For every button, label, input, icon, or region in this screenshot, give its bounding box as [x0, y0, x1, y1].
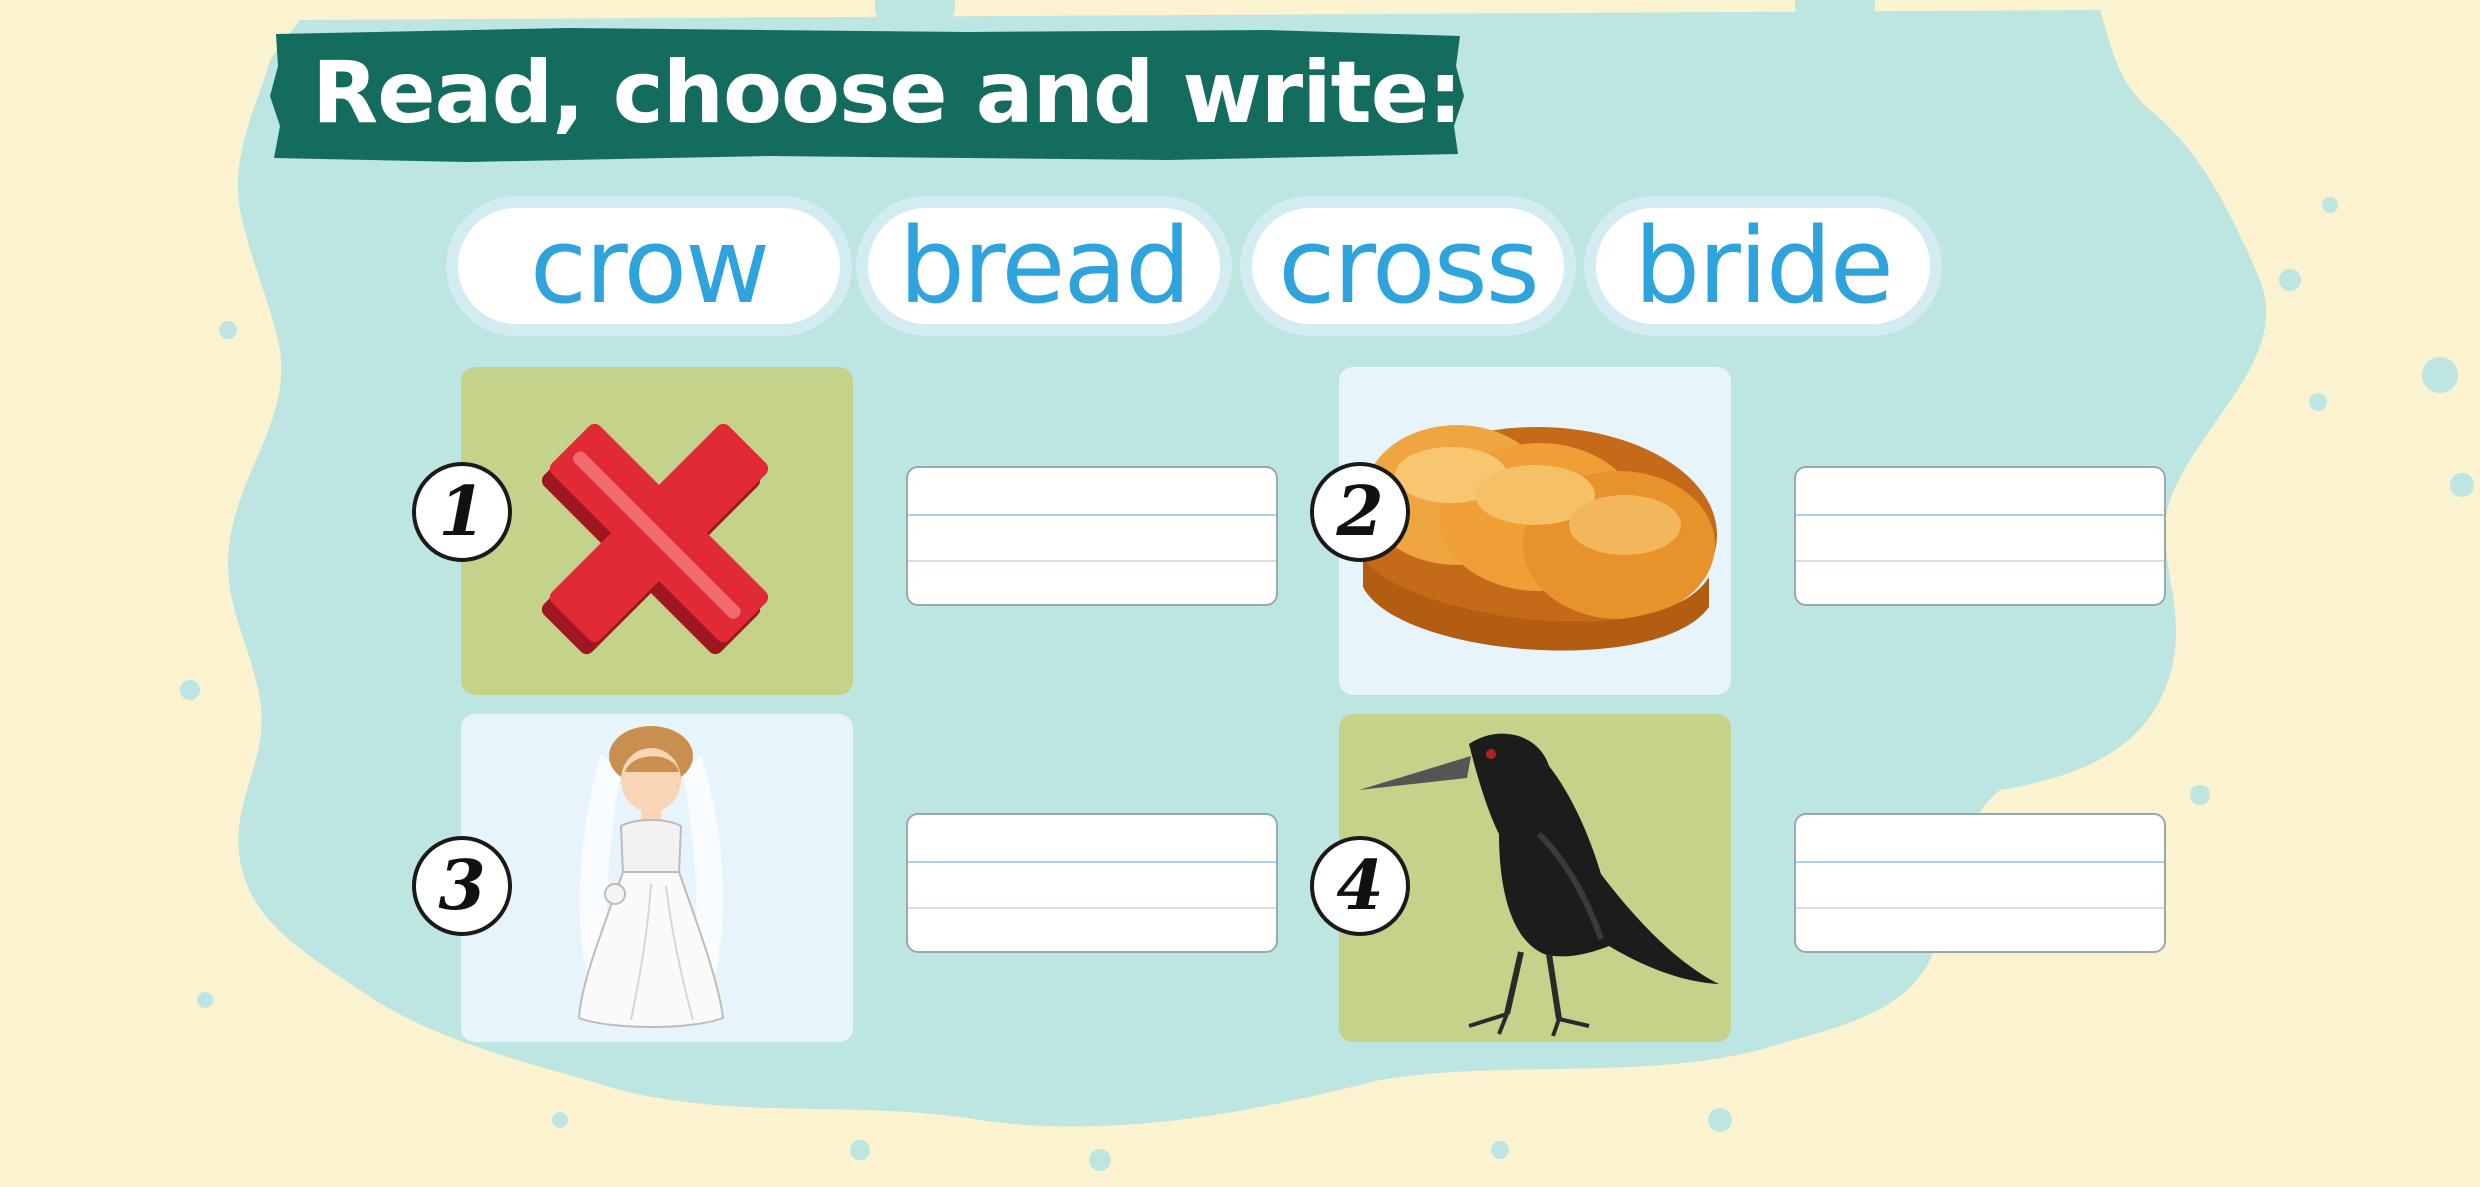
writing-guide-line: [908, 861, 1276, 863]
word-bank-cross[interactable]: cross: [1252, 208, 1564, 324]
picture-card-3: [461, 714, 853, 1042]
item-number-3: 3: [412, 836, 512, 936]
answer-box-2[interactable]: [1794, 466, 2166, 606]
answer-box-1[interactable]: [906, 466, 1278, 606]
picture-card-1: [461, 367, 853, 695]
item-number-2: 2: [1310, 462, 1410, 562]
writing-guide-line: [1796, 907, 2164, 909]
writing-guide-line: [1796, 560, 2164, 562]
worksheet-title: Read, choose and write:: [312, 43, 1463, 143]
item-number-1: 1: [412, 462, 512, 562]
writing-guide-line: [908, 514, 1276, 516]
writing-guide-line: [1796, 861, 2164, 863]
word-bank-bread[interactable]: bread: [868, 208, 1220, 324]
title-banner: Read, choose and write:: [268, 26, 1468, 164]
word-bank-crow[interactable]: crow: [458, 208, 840, 324]
bride-icon: [577, 726, 725, 1028]
writing-guide-line: [1796, 514, 2164, 516]
word-bank-bride[interactable]: bride: [1596, 208, 1930, 324]
red-cross-icon: [541, 423, 769, 655]
answer-box-3[interactable]: [906, 813, 1278, 953]
writing-guide-line: [908, 907, 1276, 909]
writing-guide-line: [908, 560, 1276, 562]
answer-box-4[interactable]: [1794, 813, 2166, 953]
item-number-4: 4: [1310, 836, 1410, 936]
